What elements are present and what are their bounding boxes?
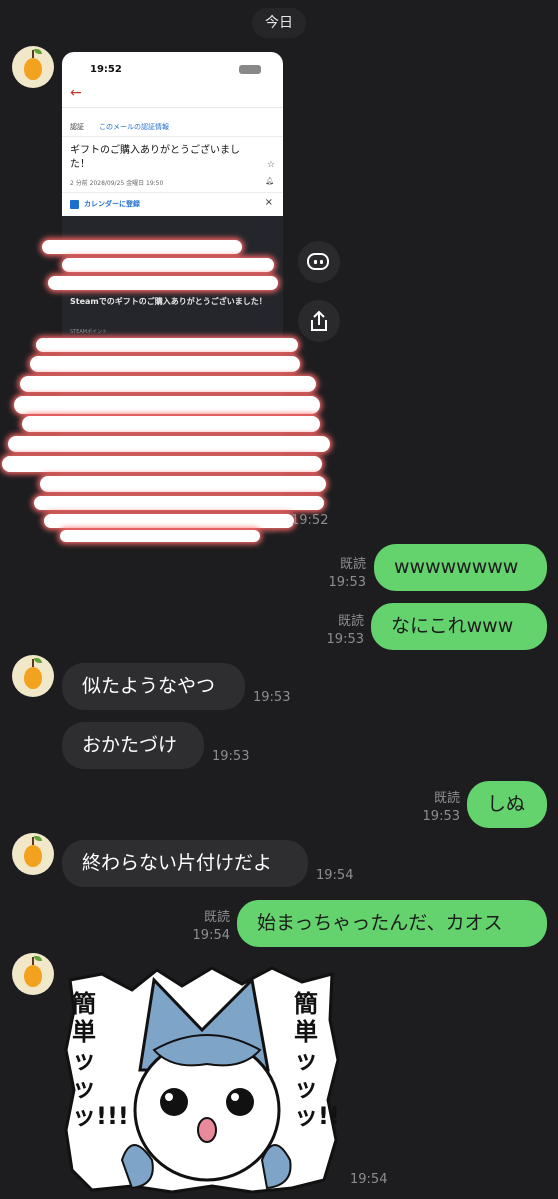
battery-icon bbox=[239, 65, 261, 74]
read-receipt: 既読 19:54 bbox=[192, 910, 230, 943]
bell-icon: 🔔︎ bbox=[265, 177, 274, 185]
email-subject: ギフトのご購入ありがとうございました！ bbox=[70, 145, 240, 170]
message-bubble-outgoing[interactable]: wwwwwwww bbox=[374, 544, 547, 591]
contact-avatar[interactable] bbox=[12, 833, 54, 875]
bot-button[interactable] bbox=[298, 241, 340, 283]
auth-link: このメールの認証情報 bbox=[99, 123, 169, 131]
message-bubble-incoming[interactable]: 似たようなやつ bbox=[62, 663, 245, 710]
star-icon: ☆ bbox=[266, 160, 275, 170]
message-time: 19:53 bbox=[212, 749, 250, 764]
message-bubble-incoming[interactable]: おかたづけ bbox=[62, 722, 204, 769]
close-icon: × bbox=[264, 197, 273, 208]
contact-avatar[interactable] bbox=[12, 46, 54, 88]
message-bubble-outgoing[interactable]: なにこれwww bbox=[371, 603, 547, 650]
sticker-time: 19:54 bbox=[350, 1172, 388, 1187]
message-time: 19:54 bbox=[316, 868, 354, 883]
calendar-row: カレンダーに登録 × bbox=[62, 192, 283, 217]
read-receipt: 既読 19:53 bbox=[328, 557, 366, 590]
share-icon bbox=[311, 310, 327, 331]
message-bubble-outgoing[interactable]: しぬ bbox=[467, 781, 547, 828]
back-arrow-icon: ← bbox=[70, 85, 82, 101]
sticker-left-text: 簡単ッッッ!!! bbox=[72, 990, 129, 1130]
auth-label: 認証 bbox=[70, 123, 84, 131]
read-receipt: 既読 19:53 bbox=[326, 614, 364, 647]
image-time: 19:52 bbox=[291, 513, 329, 528]
calendar-icon bbox=[70, 200, 79, 209]
message-bubble-incoming[interactable]: 終わらない片付けだよ bbox=[62, 840, 308, 887]
share-button[interactable] bbox=[298, 300, 340, 342]
pear-avatar-icon bbox=[24, 956, 42, 987]
status-time: 19:52 bbox=[90, 64, 122, 75]
message-time: 19:53 bbox=[253, 690, 291, 705]
sticker-right-text: 簡単ッッッ!! bbox=[294, 990, 340, 1130]
email-header-area: 19:52 ← 認証 このメールの認証情報 ギフトのご購入ありがとうございました… bbox=[62, 52, 283, 214]
email-meta: 2 分前 2028/09/25 金曜日 19:50 bbox=[70, 180, 164, 187]
date-divider: 今日 bbox=[252, 8, 306, 38]
calendar-label: カレンダーに登録 bbox=[84, 200, 140, 208]
bot-icon bbox=[307, 253, 329, 270]
contact-avatar[interactable] bbox=[12, 953, 54, 995]
pear-avatar-icon bbox=[24, 658, 42, 689]
read-receipt: 既読 19:53 bbox=[422, 791, 460, 824]
message-bubble-outgoing[interactable]: 始まっちゃったんだ、カオス bbox=[237, 900, 547, 947]
pear-avatar-icon bbox=[24, 836, 42, 867]
email-body-sub: STEAMポイント bbox=[70, 329, 108, 335]
pear-avatar-icon bbox=[24, 49, 42, 80]
email-body-title: Steamでのギフトのご購入ありがとうございました！ bbox=[70, 297, 267, 306]
contact-avatar[interactable] bbox=[12, 655, 54, 697]
cat-sticker[interactable]: 簡単ッッッ!!! 簡単ッッッ!! bbox=[62, 960, 340, 1194]
